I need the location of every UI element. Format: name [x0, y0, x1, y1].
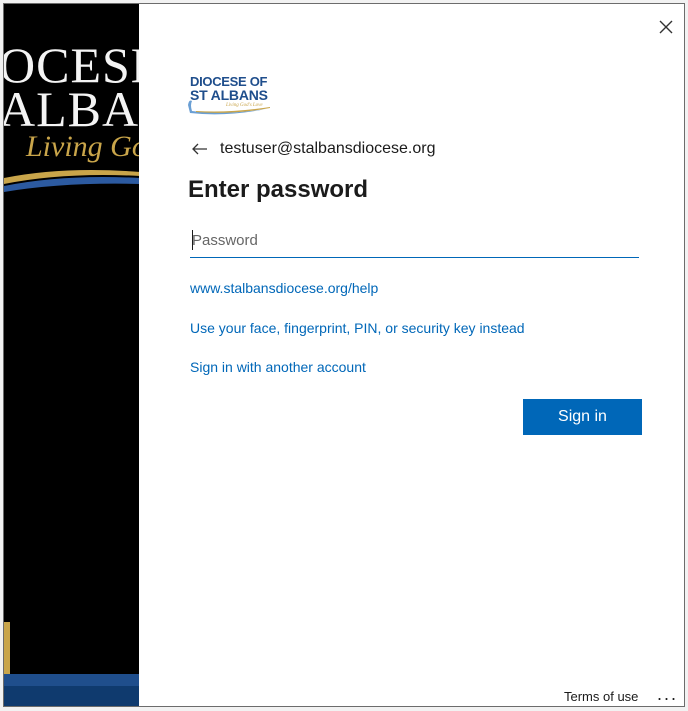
identity-email: testuser@stalbansdiocese.org [220, 140, 436, 157]
back-arrow-icon [192, 143, 207, 155]
backdrop-swoosh-icon [4, 170, 140, 192]
window-frame: OCESE ALBAN Living God DIOCESE OF ST ALB… [3, 3, 685, 707]
diocese-logo: DIOCESE OF ST ALBANS Living God's Love [186, 70, 276, 118]
backdrop-bottom-graphic [4, 622, 140, 706]
password-input[interactable] [190, 224, 639, 258]
logo-tagline: Living God's Love [226, 103, 263, 108]
sign-in-button[interactable]: Sign in [523, 399, 642, 435]
security-key-link[interactable]: Use your face, fingerprint, PIN, or secu… [190, 320, 525, 336]
back-button[interactable] [192, 140, 210, 158]
page-title: Enter password [188, 176, 369, 203]
close-button[interactable] [655, 16, 677, 38]
close-icon [659, 20, 673, 34]
terms-of-use-link[interactable]: Terms of use [564, 689, 638, 704]
identity-row: testuser@stalbansdiocese.org [192, 137, 435, 161]
help-link[interactable]: www.stalbansdiocese.org/help [190, 280, 378, 296]
brand-backdrop: OCESE ALBAN Living God [4, 4, 140, 706]
text-caret [192, 230, 193, 250]
sign-in-panel: DIOCESE OF ST ALBANS Living God's Love t… [139, 4, 684, 706]
backdrop-tagline: Living God [26, 130, 140, 163]
more-options-button[interactable]: ... [657, 684, 678, 705]
other-account-link[interactable]: Sign in with another account [190, 359, 366, 375]
